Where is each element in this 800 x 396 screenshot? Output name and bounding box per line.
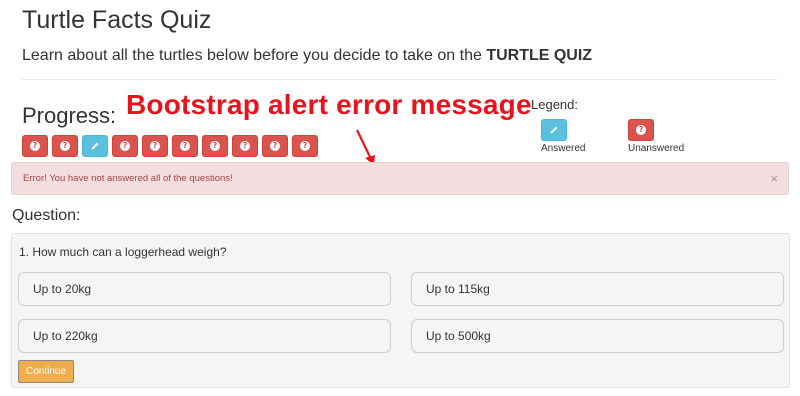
answer-option-2[interactable]: Up to 115kg — [411, 272, 784, 306]
pencil-icon — [91, 142, 99, 150]
legend-answered-swatch — [541, 119, 567, 141]
page-subtitle: Learn about all the turtles below before… — [22, 47, 592, 65]
question-circle-icon: ? — [180, 141, 190, 151]
question-circle-icon: ? — [150, 141, 160, 151]
pencil-icon — [550, 126, 558, 134]
subtitle-text: Learn about all the turtles below before… — [22, 47, 487, 64]
progress-button-8[interactable]: ? — [232, 135, 258, 157]
question-circle-icon: ? — [240, 141, 250, 151]
progress-button-7[interactable]: ? — [202, 135, 228, 157]
question-circle-icon: ? — [270, 141, 280, 151]
progress-button-10[interactable]: ? — [292, 135, 318, 157]
error-alert: Error! You have not answered all of the … — [11, 162, 789, 195]
progress-button-2[interactable]: ? — [52, 135, 78, 157]
progress-label: Progress: — [22, 103, 117, 128]
annotation-label: Bootstrap alert error message — [126, 89, 532, 120]
answer-option-4[interactable]: Up to 500kg — [411, 319, 784, 353]
continue-button[interactable]: Continue — [18, 360, 74, 383]
progress-button-5[interactable]: ? — [142, 135, 168, 157]
legend-answered-label: Answered — [541, 143, 586, 154]
answer-option-1[interactable]: Up to 20kg — [18, 272, 391, 306]
question-text: 1. How much can a loggerhead weigh? — [19, 245, 227, 259]
question-circle-icon: ? — [300, 141, 310, 151]
question-circle-icon: ? — [636, 125, 646, 135]
question-circle-icon: ? — [120, 141, 130, 151]
legend-label: Legend: — [531, 97, 578, 112]
annotation-arrow-icon — [356, 129, 375, 165]
subtitle-bold: TURTLE QUIZ — [486, 47, 593, 64]
legend-unanswered-swatch: ? — [628, 119, 654, 141]
progress-button-3[interactable] — [82, 135, 108, 157]
question-circle-icon: ? — [210, 141, 220, 151]
alert-message: Error! You have not answered all of the … — [23, 173, 233, 184]
question-heading: Question: — [12, 207, 81, 224]
page-title: Turtle Facts Quiz — [22, 6, 212, 34]
question-circle-icon: ? — [30, 141, 40, 151]
answer-option-3[interactable]: Up to 220kg — [18, 319, 391, 353]
alert-close-button[interactable]: × — [770, 171, 778, 186]
progress-buttons: ????????? — [22, 135, 318, 157]
legend-unanswered-label: Unanswered — [628, 143, 685, 154]
progress-button-6[interactable]: ? — [172, 135, 198, 157]
header-divider — [22, 79, 777, 80]
question-circle-icon: ? — [60, 141, 70, 151]
progress-button-4[interactable]: ? — [112, 135, 138, 157]
progress-button-9[interactable]: ? — [262, 135, 288, 157]
progress-button-1[interactable]: ? — [22, 135, 48, 157]
